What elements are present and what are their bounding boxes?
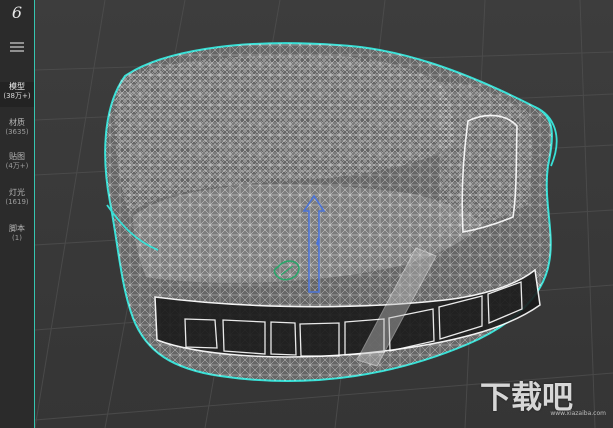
sidebar-item-count: (1): [12, 234, 22, 242]
move-gizmo[interactable]: [35, 0, 613, 428]
sidebar-item-count: (4万+): [5, 162, 29, 170]
sidebar-item-label: 脚本: [9, 224, 25, 233]
sidebar-item-count: (38万+): [3, 92, 31, 100]
watermark-url: www.xiazaiba.com: [550, 410, 606, 417]
sidebar-item-texture[interactable]: 贴图 (4万+): [0, 152, 34, 177]
sidebar-item-material[interactable]: 材质 (3635): [0, 118, 34, 143]
sidebar-item-light[interactable]: 灯光 (1619): [0, 188, 34, 213]
sidebar-item-count: (3635): [5, 128, 29, 136]
left-sidebar: 6 模型 (38万+) 材质 (3635) 贴图 (4万+) 灯光 (1619)…: [0, 0, 35, 428]
sidebar-item-label: 材质: [9, 118, 25, 127]
sidebar-item-count: (1619): [5, 198, 29, 206]
sidebar-item-label: 灯光: [9, 188, 25, 197]
sidebar-item-script[interactable]: 脚本 (1): [0, 224, 34, 249]
app-logo: 6: [11, 3, 23, 22]
hamburger-menu-icon[interactable]: [9, 41, 25, 53]
sidebar-item-model[interactable]: 模型 (38万+): [0, 82, 34, 107]
sidebar-item-label: 贴图: [9, 152, 25, 161]
3d-viewport[interactable]: [35, 0, 613, 428]
sidebar-item-label: 模型: [9, 82, 25, 91]
